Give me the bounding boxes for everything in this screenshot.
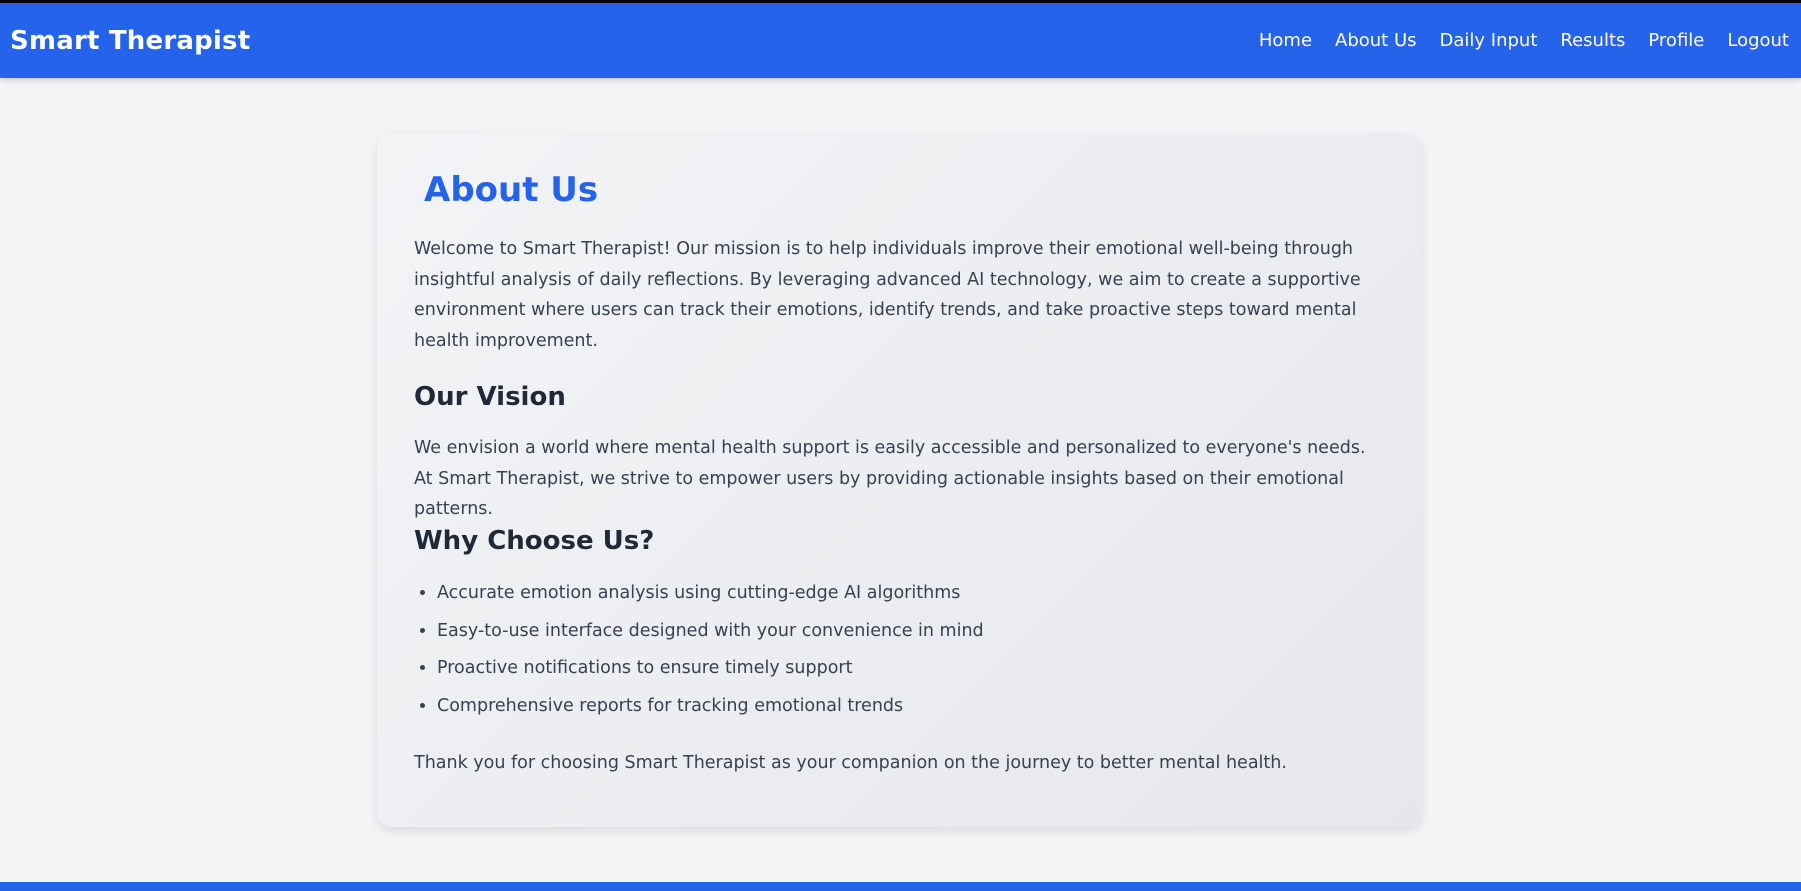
list-item: Accurate emotion analysis using cutting-…	[437, 575, 1376, 613]
list-item: Easy-to-use interface designed with your…	[437, 613, 1376, 651]
navbar: Smart Therapist Home About Us Daily Inpu…	[0, 3, 1801, 78]
about-card: About Us Welcome to Smart Therapist! Our…	[377, 134, 1422, 827]
page-title: About Us	[424, 170, 599, 210]
nav-link-about-us[interactable]: About Us	[1335, 30, 1417, 51]
reasons-list: Accurate emotion analysis using cutting-…	[414, 575, 1376, 725]
nav-link-profile[interactable]: Profile	[1648, 30, 1704, 51]
closing-paragraph: Thank you for choosing Smart Therapist a…	[414, 753, 1287, 773]
list-item: Proactive notifications to ensure timely…	[437, 650, 1376, 688]
vision-paragraph: We envision a world where mental health …	[414, 438, 1366, 519]
nav-link-results[interactable]: Results	[1560, 30, 1625, 51]
list-item: Comprehensive reports for tracking emoti…	[437, 688, 1376, 726]
nav-link-home[interactable]: Home	[1259, 30, 1312, 51]
footer-bar	[0, 882, 1801, 891]
vision-heading: Our Vision	[414, 382, 566, 412]
intro-paragraph: Welcome to Smart Therapist! Our mission …	[414, 239, 1361, 351]
nav-links: Home About Us Daily Input Results Profil…	[1236, 30, 1789, 51]
nav-link-daily-input[interactable]: Daily Input	[1440, 30, 1538, 51]
why-choose-heading: Why Choose Us?	[414, 526, 655, 556]
brand-logo[interactable]: Smart Therapist	[10, 26, 250, 56]
nav-link-logout[interactable]: Logout	[1727, 30, 1789, 51]
